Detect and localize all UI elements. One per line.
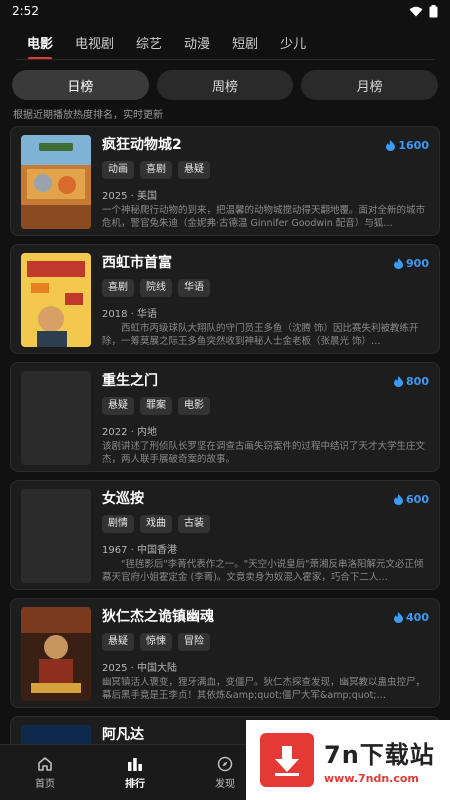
- watermark-url: www.7ndn.com: [324, 772, 419, 785]
- item-meta: 2025 · 美国: [102, 191, 157, 202]
- poster-image: [21, 607, 91, 701]
- heat-badge: 800: [394, 375, 429, 388]
- item-title: 疯狂动物城2: [102, 137, 182, 153]
- tab-kids[interactable]: 少儿: [269, 24, 317, 60]
- status-bar: 2:52: [0, 0, 450, 22]
- tab-anime[interactable]: 动漫: [173, 24, 221, 60]
- genre-tag: 动画: [102, 161, 134, 179]
- tab-variety[interactable]: 综艺: [125, 24, 173, 60]
- nav-label: 发现: [215, 779, 235, 790]
- battery-icon: [429, 4, 438, 17]
- list-item[interactable]: 女巡按 剧情 戏曲 古装 1967 · 中国香港 "毪毪影后"李菁代表作之一。"…: [10, 480, 440, 590]
- heat-badge: 600: [394, 493, 429, 506]
- heat-value: 1600: [398, 139, 429, 152]
- compass-icon: [217, 756, 233, 772]
- tab-short-drama[interactable]: 短剧: [221, 24, 269, 60]
- ranking-hint: 根据近期播放热度排名，实时更新: [13, 110, 163, 121]
- watermark-logo: 7n下载站 www.7ndn.com: [246, 720, 450, 800]
- item-title: 西虹市首富: [102, 255, 172, 271]
- wifi-icon: [409, 6, 423, 16]
- item-title: 女巡按: [102, 491, 144, 507]
- ranking-icon: [128, 758, 142, 771]
- category-tabs: 电影 电视剧 综艺 动漫 短剧 少儿: [0, 24, 450, 60]
- genre-tag: 电影: [178, 397, 210, 415]
- item-description: 一个神秘爬行动物的到来，把温馨的动物城搅动得天翻地覆。面对全新的城市危机，警官兔…: [102, 205, 426, 229]
- poster-placeholder: [21, 489, 91, 583]
- genre-tag: 悬疑: [178, 161, 210, 179]
- heat-value: 800: [406, 375, 429, 388]
- genre-tag: 喜剧: [140, 161, 172, 179]
- segment-weekly[interactable]: 周榜: [156, 70, 294, 100]
- flame-icon: [394, 376, 404, 387]
- nav-label: 排行: [125, 779, 145, 790]
- nav-ranking[interactable]: 排行: [90, 745, 180, 800]
- item-description: 该剧讲述了刑侦队长罗坚在调查古画失窃案件的过程中结识了天才大学生庄文杰，两人联手…: [102, 441, 426, 465]
- flame-icon: [394, 612, 404, 623]
- poster-image: [21, 253, 91, 347]
- list-item[interactable]: 西虹市首富 喜剧 院线 华语 2018 · 华语 西虹市丙级球队大翔队的守门员王…: [10, 244, 440, 354]
- nav-home[interactable]: 首页: [0, 745, 90, 800]
- download-icon: [260, 733, 314, 787]
- heat-badge: 900: [394, 257, 429, 270]
- genre-tag: 喜剧: [102, 279, 134, 297]
- item-title: 狄仁杰之诡镇幽魂: [102, 609, 214, 625]
- heat-badge: 400: [394, 611, 429, 624]
- genre-tag: 悬疑: [102, 397, 134, 415]
- item-description: 西虹市丙级球队大翔队的守门员王多鱼（沈腾 饰）因比赛失利被教练开除，一筹莫展之际…: [102, 323, 419, 347]
- item-meta: 2025 · 中国大陆: [102, 663, 177, 674]
- poster-image: [21, 135, 91, 229]
- genre-tag: 悬疑: [102, 633, 134, 651]
- tab-movie[interactable]: 电影: [16, 24, 64, 60]
- genre-tag: 冒险: [178, 633, 210, 651]
- genre-tag: 古装: [178, 515, 210, 533]
- segment-monthly[interactable]: 月榜: [301, 70, 439, 100]
- flame-icon: [394, 258, 404, 269]
- genre-tag: 华语: [178, 279, 210, 297]
- genre-tag: 罪案: [140, 397, 172, 415]
- item-meta: 2018 · 华语: [102, 309, 157, 320]
- period-segment: 日榜 周榜 月榜: [0, 70, 450, 100]
- tabs-divider: [16, 59, 434, 60]
- status-time: 2:52: [12, 4, 39, 18]
- heat-value: 900: [406, 257, 429, 270]
- item-meta: 1967 · 中国香港: [102, 545, 177, 556]
- tab-tv-series[interactable]: 电视剧: [64, 24, 125, 60]
- genre-tag: 剧情: [102, 515, 134, 533]
- ranking-list: 疯狂动物城2 动画 喜剧 悬疑 2025 · 美国 一个神秘爬行动物的到来，把温…: [0, 118, 450, 800]
- watermark-title: 7n下载站: [324, 741, 435, 769]
- flame-icon: [386, 140, 396, 151]
- home-icon: [38, 757, 52, 771]
- segment-daily[interactable]: 日榜: [12, 70, 149, 100]
- genre-tag: 戏曲: [140, 515, 172, 533]
- list-item[interactable]: 重生之门 悬疑 罪案 电影 2022 · 内地 该剧讲述了刑侦队长罗坚在调查古画…: [10, 362, 440, 472]
- nav-label: 首页: [35, 779, 55, 790]
- item-meta: 2022 · 内地: [102, 427, 157, 438]
- poster-placeholder: [21, 371, 91, 465]
- genre-tag: 惊悚: [140, 633, 172, 651]
- flame-icon: [394, 494, 404, 505]
- list-item[interactable]: 狄仁杰之诡镇幽魂 悬疑 惊悚 冒险 2025 · 中国大陆 幽冥镇活人褒变，狸牙…: [10, 598, 440, 708]
- heat-value: 400: [406, 611, 429, 624]
- genre-tag: 院线: [140, 279, 172, 297]
- list-item[interactable]: 疯狂动物城2 动画 喜剧 悬疑 2025 · 美国 一个神秘爬行动物的到来，把温…: [10, 126, 440, 236]
- heat-badge: 1600: [386, 139, 429, 152]
- heat-value: 600: [406, 493, 429, 506]
- item-description: "毪毪影后"李菁代表作之一。"天空小说皇后"萧湘反串洛阳解元文必正倾慕天官府小姐…: [102, 559, 424, 583]
- item-title: 重生之门: [102, 373, 158, 389]
- item-description: 幽冥镇活人褒变，狸牙满血，变僵尸。狄仁杰探查发现，幽冥教以蛊虫控尸，幕后黑手竟是…: [102, 677, 426, 701]
